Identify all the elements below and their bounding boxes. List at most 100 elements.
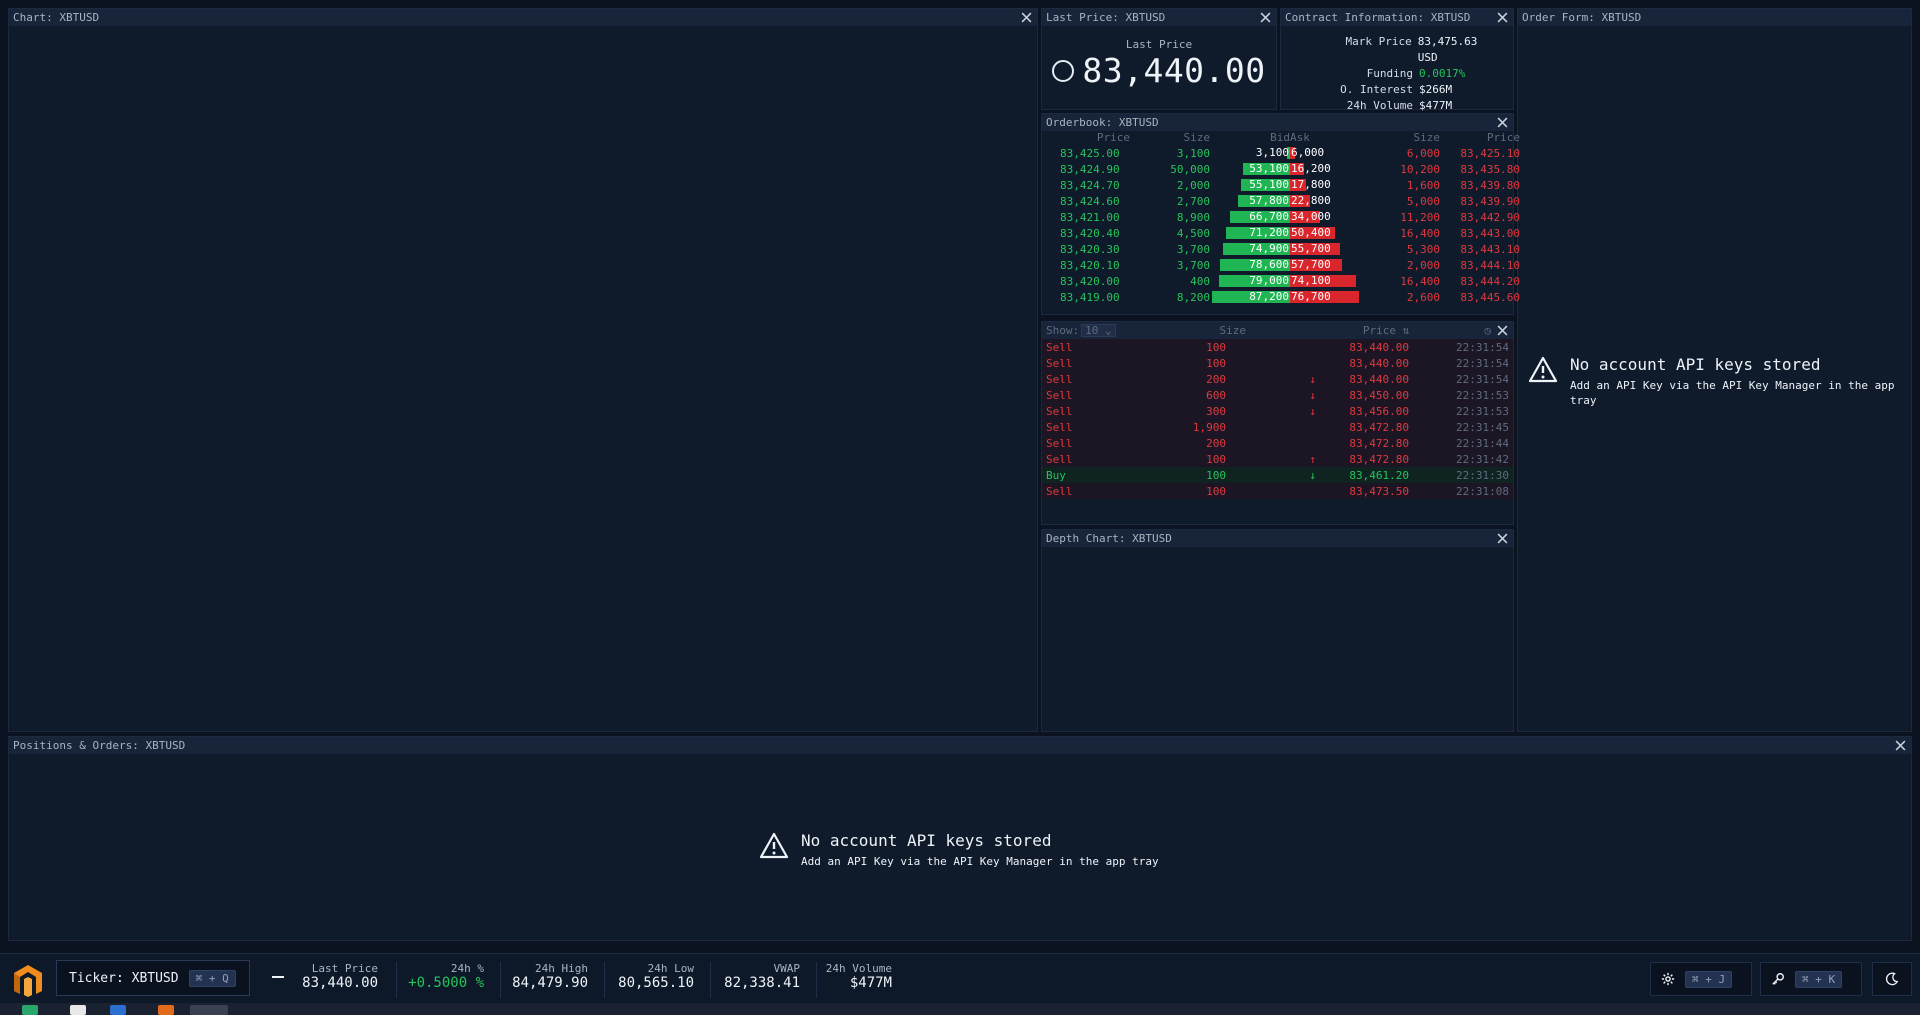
close-icon[interactable] [1495, 116, 1509, 130]
trade-price: 83,440.00 [1349, 372, 1409, 386]
ask-price[interactable]: 83,442.90 [1440, 211, 1520, 224]
contract-info-key: 24h Volume [1346, 99, 1413, 112]
bid-depth-cell: 78,600 [1210, 258, 1290, 272]
depth-chart-panel-header: Depth Chart: XBTUSD [1042, 530, 1513, 547]
ask-price[interactable]: 83,435.80 [1440, 163, 1520, 176]
ticker-selector[interactable]: Ticker: XBTUSD ⌘ + Q [56, 960, 250, 996]
orderbook-row[interactable]: 83,419.00 8,200 87,200 76,700 2,600 83,445.60 [1042, 289, 1520, 305]
ask-total: 57,700 [1291, 258, 1331, 271]
bid-price[interactable]: 83,424.60 [1050, 195, 1130, 208]
show-count-select[interactable]: Show: 10 ⌄ [1046, 324, 1136, 337]
ask-total: 17,800 [1291, 178, 1331, 191]
contract-info-row: Mark Price 83,475.63 USD [1291, 34, 1503, 66]
bid-price[interactable]: 83,420.10 [1050, 259, 1130, 272]
stat-24h-volume: 24h Volume $477M [820, 962, 892, 998]
taskbar-app-icon[interactable] [110, 1005, 126, 1015]
taskbar-app-icon[interactable] [190, 1005, 228, 1015]
taskbar-app-icon[interactable] [22, 1005, 38, 1015]
ask-size: 2,000 [1406, 258, 1440, 272]
orderbook-row[interactable]: 83,424.60 2,700 57,800 22,800 5,000 83,439.90 [1042, 193, 1520, 209]
stat-24h-low: 24h Low 80,565.10 [608, 962, 694, 998]
bid-price[interactable]: 83,419.00 [1050, 291, 1130, 304]
theme-toggle-button[interactable] [1872, 962, 1912, 996]
orderbook-row[interactable]: 83,420.40 4,500 71,200 50,400 16,400 83,443.0… [1042, 225, 1520, 241]
bid-depth-cell: 53,100 [1210, 162, 1290, 176]
ask-price[interactable]: 83,444.20 [1440, 275, 1520, 288]
stat-label: 24h % [450, 962, 484, 975]
stat-value: 80,565.10 [618, 975, 694, 991]
bid-price[interactable]: 83,421.00 [1050, 211, 1130, 224]
close-icon[interactable] [1893, 739, 1907, 753]
clock-icon: ◷ [1484, 324, 1491, 337]
ask-price[interactable]: 83,439.80 [1440, 179, 1520, 192]
header-price: Price [1362, 324, 1396, 337]
bid-price[interactable]: 83,420.00 [1050, 275, 1130, 288]
ask-price[interactable]: 83,439.90 [1440, 195, 1520, 208]
bid-total: 57,800 [1249, 194, 1289, 207]
show-count-value[interactable]: 10 ⌄ [1081, 324, 1116, 337]
ask-price[interactable]: 83,444.10 [1440, 259, 1520, 272]
os-taskbar [0, 1003, 1920, 1015]
trade-time: 22:31:42 [1456, 452, 1509, 466]
tick-direction-icon: ↓ [1309, 388, 1316, 402]
ask-price[interactable]: 83,443.00 [1440, 227, 1520, 240]
close-icon[interactable] [1495, 532, 1509, 546]
bid-price[interactable]: 83,420.40 [1050, 227, 1130, 240]
api-keys-button[interactable]: ⌘ + K [1760, 962, 1862, 996]
ask-price[interactable]: 83,443.10 [1440, 243, 1520, 256]
close-icon[interactable] [1495, 324, 1509, 338]
chevron-down-icon: ⌄ [1105, 324, 1112, 337]
trade-price: 83,472.80 [1349, 452, 1409, 466]
ticker-shortcut: ⌘ + Q [188, 969, 236, 987]
sort-icon[interactable]: ⇅ [1396, 324, 1416, 337]
taskbar-app-icon[interactable] [70, 1005, 86, 1015]
stat-24h-percent: 24h % +0.5000 % [400, 962, 484, 998]
ask-depth-cell: 22,800 [1290, 194, 1360, 208]
orderbook-row[interactable]: 83,420.30 3,700 74,900 55,700 5,300 83,443.10 [1042, 241, 1520, 257]
orderbook-row[interactable]: 83,425.00 3,100 3,100 6,000 6,000 83,425.10 [1042, 145, 1520, 161]
taskbar-app-icon[interactable] [158, 1005, 174, 1015]
settings-button[interactable]: ⌘ + J [1650, 962, 1752, 996]
header-bid-size: Size [1183, 131, 1211, 144]
ask-total: 22,800 [1291, 194, 1331, 207]
tick-direction-icon: ↓ [1309, 468, 1316, 482]
trades-rows: Sell 100 83,440.00 22:31:54 Sell 100 83,440.00… [1042, 339, 1513, 499]
orderbook-row[interactable]: 83,424.70 2,000 55,100 17,800 1,600 83,439.80 [1042, 177, 1520, 193]
trades-header: Show: 10 ⌄ Size Price ⇅ ◷ [1042, 322, 1513, 339]
orderbook-row[interactable]: 83,421.00 8,900 66,700 34,000 11,200 83,442.9… [1042, 209, 1520, 225]
close-icon[interactable] [1495, 11, 1509, 25]
bid-price[interactable]: 83,425.00 [1050, 147, 1130, 160]
orderbook-rows: 83,425.00 3,100 3,100 6,000 6,000 83,425.10 83… [1042, 145, 1520, 305]
last-price-panel-header: Last Price: XBTUSD [1042, 9, 1276, 26]
close-icon[interactable] [1258, 11, 1272, 25]
positions-panel-header: Positions & Orders: XBTUSD [9, 737, 1911, 754]
bid-size: 8,200 [1176, 290, 1210, 304]
trade-row: Sell 1,900 83,472.80 22:31:45 [1042, 419, 1513, 435]
bid-size: 4,500 [1176, 226, 1210, 240]
trade-side: Sell [1046, 340, 1073, 354]
chart-panel-title: Chart: XBTUSD [13, 11, 100, 24]
trade-time: 22:31:53 [1456, 388, 1509, 402]
warning-icon [759, 831, 789, 864]
bid-total: 87,200 [1249, 290, 1289, 303]
orderbook-row[interactable]: 83,420.10 3,700 78,600 57,700 2,000 83,444.10 [1042, 257, 1520, 273]
order-form-panel: Order Form: XBTUSD No account API keys s… [1517, 8, 1912, 732]
close-icon[interactable] [1019, 11, 1033, 25]
bid-price[interactable]: 83,424.70 [1050, 179, 1130, 192]
ask-price[interactable]: 83,425.10 [1440, 147, 1520, 160]
ask-price[interactable]: 83,445.60 [1440, 291, 1520, 304]
stat-divider [710, 962, 711, 998]
tick-direction-icon: ↑ [1309, 452, 1316, 466]
trade-price: 83,440.00 [1349, 356, 1409, 370]
stat-label: VWAP [773, 962, 801, 975]
orderbook-row[interactable]: 83,420.00 400 79,000 74,100 16,400 83,444.20 [1042, 273, 1520, 289]
ask-total: 34,000 [1291, 210, 1331, 223]
bid-price[interactable]: 83,420.30 [1050, 243, 1130, 256]
positions-orders-panel: Positions & Orders: XBTUSD No account AP… [8, 736, 1912, 941]
bid-price[interactable]: 83,424.90 [1050, 163, 1130, 176]
ask-total: 55,700 [1291, 242, 1331, 255]
contract-info-key: O. Interest [1340, 83, 1413, 96]
orderbook-row[interactable]: 83,424.90 50,000 53,100 16,200 10,200 83,435.… [1042, 161, 1520, 177]
bid-total: 3,100 [1255, 146, 1289, 159]
trade-price: 83,450.00 [1349, 388, 1409, 402]
